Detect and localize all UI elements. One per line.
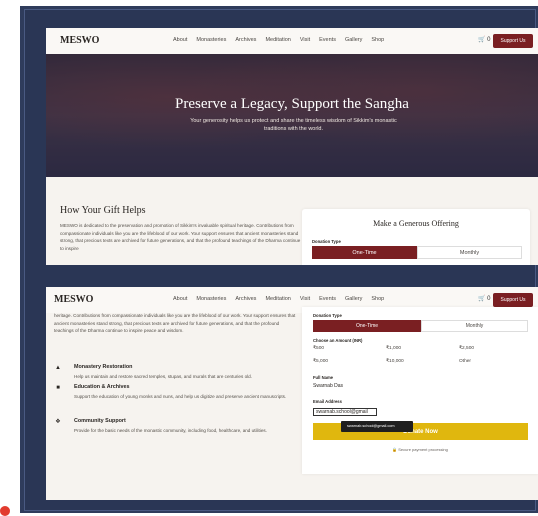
nav-item-archives[interactable]: Archives — [235, 37, 256, 43]
donation-card: Make a Generous Offering Donation Type O… — [302, 209, 530, 265]
donation-type-toggle: One-Time Monthly — [312, 246, 522, 259]
nav-item-archives[interactable]: Archives — [235, 296, 256, 302]
book-icon: ■ — [56, 385, 60, 391]
monthly-option[interactable]: Monthly — [421, 320, 528, 332]
lock-icon: 🔒 — [392, 447, 398, 452]
amount-option-500[interactable]: ₹500 — [313, 346, 324, 351]
nav-item-visit[interactable]: Visit — [300, 37, 310, 43]
gift-section-text: MESWO is dedicated to the preservation a… — [60, 223, 301, 251]
nav-item-shop[interactable]: Shop — [371, 296, 384, 302]
feature-title: Monastery Restoration — [74, 364, 133, 370]
one-time-option[interactable]: One-Time — [313, 320, 421, 332]
amount-option-10000[interactable]: ₹10,000 — [386, 359, 404, 364]
feature-desc: Help us maintain and restore sacred temp… — [74, 374, 252, 379]
secure-payment-text: Secure payment processing — [398, 447, 448, 452]
amount-option-other[interactable]: Other — [459, 359, 471, 364]
top-nav: MESWO About Monasteries Archives Meditat… — [46, 28, 538, 54]
people-icon: ❖ — [55, 419, 61, 425]
gift-section-title: How Your Gift Helps — [60, 205, 146, 216]
amount-option-2500[interactable]: ₹2,500 — [459, 346, 474, 351]
brand-logo[interactable]: MESWO — [54, 294, 93, 305]
one-time-option[interactable]: One-Time — [312, 246, 417, 259]
nav-item-events[interactable]: Events — [319, 37, 336, 43]
nav-item-about[interactable]: About — [173, 37, 187, 43]
donation-card-title: Make a Generous Offering — [373, 219, 459, 228]
nav-item-visit[interactable]: Visit — [300, 296, 310, 302]
nav-item-shop[interactable]: Shop — [371, 37, 384, 43]
email-autocomplete-suggestion[interactable]: swarnab.school@gmail.com — [341, 421, 413, 432]
page-snapshot-top: MESWO About Monasteries Archives Meditat… — [46, 28, 538, 265]
full-name-input[interactable]: Swarnab Das — [313, 383, 343, 389]
feature-desc: Provide for the basic needs of the monas… — [74, 428, 267, 433]
secure-payment-note: 🔒 Secure payment processing — [302, 447, 538, 452]
donation-type-label: Donation Type — [312, 239, 341, 244]
support-us-button[interactable]: Support Us — [493, 293, 533, 307]
nav-item-about[interactable]: About — [173, 296, 187, 302]
amount-label: Choose an Amount (INR) — [313, 338, 363, 343]
nav-item-gallery[interactable]: Gallery — [345, 37, 362, 43]
feature-title: Community Support — [74, 418, 126, 424]
cart-count: 0 — [487, 37, 491, 43]
nav-item-events[interactable]: Events — [319, 296, 336, 302]
nav-menu: About Monasteries Archives Meditation Vi… — [173, 37, 384, 43]
hero-banner: Preserve a Legacy, Support the Sangha Yo… — [46, 54, 538, 177]
cursor-indicator — [0, 506, 10, 516]
temple-icon: ▲ — [55, 365, 61, 371]
page-snapshot-scrolled: MESWO About Monasteries Archives Meditat… — [46, 287, 538, 500]
feature-title: Education & Archives — [74, 384, 130, 390]
amount-option-5000[interactable]: ₹5,000 — [313, 359, 328, 364]
hero-title: Preserve a Legacy, Support the Sangha — [175, 96, 409, 112]
email-label: Email Address — [313, 399, 342, 404]
full-name-label: Full Name — [313, 375, 334, 380]
brand-logo[interactable]: MESWO — [60, 35, 99, 46]
nav-item-monasteries[interactable]: Monasteries — [196, 296, 226, 302]
cart-link[interactable]: 🛒 0 — [478, 295, 491, 302]
hero-subtitle: Your generosity helps us protect and sha… — [190, 118, 397, 132]
nav-item-monasteries[interactable]: Monasteries — [196, 37, 226, 43]
cart-icon: 🛒 — [478, 37, 486, 43]
amount-option-1000[interactable]: ₹1,000 — [386, 346, 401, 351]
support-us-button[interactable]: Support Us — [493, 34, 533, 48]
email-input[interactable]: swarnab.school@gmail — [313, 408, 377, 416]
nav-item-meditation[interactable]: Meditation — [265, 296, 290, 302]
cart-icon: 🛒 — [478, 296, 486, 302]
nav-item-gallery[interactable]: Gallery — [345, 296, 362, 302]
nav-menu: About Monasteries Archives Meditation Vi… — [173, 296, 384, 302]
donation-form: Donation Type One-Time Monthly Choose an… — [302, 307, 538, 474]
cart-count: 0 — [487, 296, 491, 302]
donation-type-toggle: One-Time Monthly — [313, 320, 528, 332]
nav-item-meditation[interactable]: Meditation — [265, 37, 290, 43]
monthly-option[interactable]: Monthly — [417, 246, 522, 259]
donation-type-label: Donation Type — [313, 313, 342, 318]
cart-link[interactable]: 🛒 0 — [478, 36, 491, 43]
feature-desc: Support the education of young monks and… — [74, 394, 287, 399]
gift-section-text: heritage. Contributions from compassiona… — [54, 313, 296, 334]
hero-overlay — [46, 54, 538, 177]
